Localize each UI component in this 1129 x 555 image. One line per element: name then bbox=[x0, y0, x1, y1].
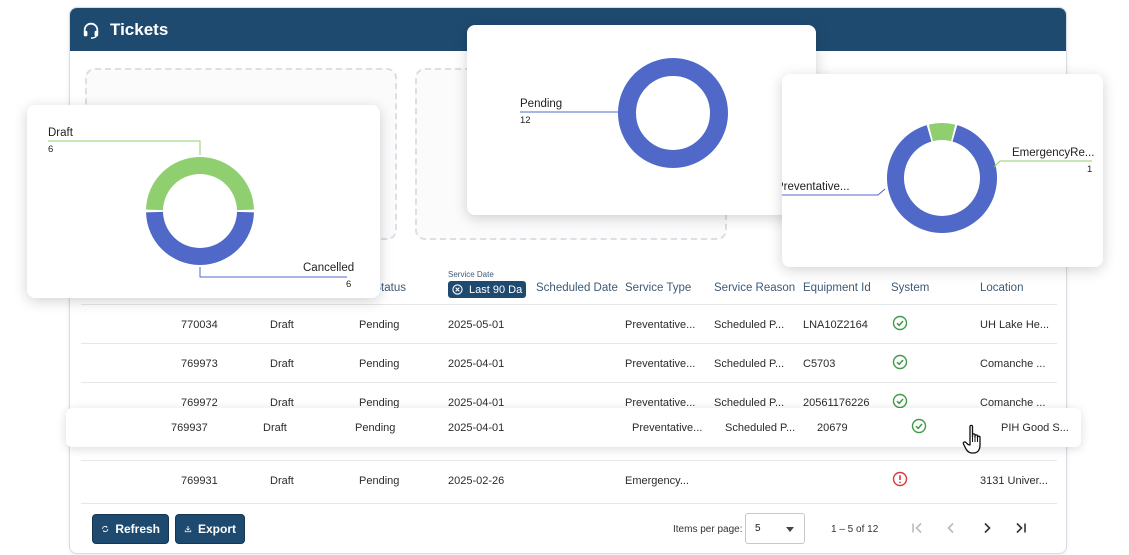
items-per-page-label: Items per page: bbox=[673, 524, 743, 535]
cell-service-reason: Scheduled P... bbox=[714, 358, 785, 370]
cell-service-type: Preventative... bbox=[632, 422, 703, 434]
cell-service-reason: Scheduled P... bbox=[725, 422, 796, 434]
refresh-label: Refresh bbox=[115, 522, 160, 536]
refresh-button[interactable]: Refresh bbox=[92, 514, 169, 544]
slice-label-preventative: Preventative... bbox=[782, 181, 850, 193]
cell-status: Draft bbox=[270, 319, 294, 331]
column-location[interactable]: Location bbox=[980, 282, 1023, 294]
cell-service-type: Preventative... bbox=[625, 319, 696, 331]
table-row-hovered[interactable]: 769937 Draft Pending 2025-04-01 Preventa… bbox=[66, 408, 1081, 447]
check-circle-icon bbox=[892, 315, 908, 331]
hand-pointer-icon bbox=[962, 424, 981, 454]
slice-label-emergency: EmergencyRe... bbox=[1012, 147, 1095, 159]
service-date-label: Service Date bbox=[448, 270, 494, 279]
cell-status: Draft bbox=[270, 475, 294, 487]
cell-location: Comanche ... bbox=[980, 358, 1046, 370]
date-filter-chip[interactable]: Last 90 Da bbox=[448, 281, 526, 298]
table-row[interactable]: 769973 Draft Pending 2025-04-01 Preventa… bbox=[81, 343, 1057, 382]
donut-slice-cancelled[interactable] bbox=[146, 211, 254, 265]
cell-id: 769931 bbox=[181, 475, 218, 487]
cell-ticket-status: Pending bbox=[359, 475, 400, 487]
column-system[interactable]: System bbox=[891, 282, 929, 294]
cell-service-type: Emergency... bbox=[625, 475, 689, 487]
cell-equipment-id: LNA10Z2164 bbox=[803, 319, 868, 331]
alert-circle-icon bbox=[892, 471, 908, 487]
cell-ticket-status: Pending bbox=[359, 358, 400, 370]
column-service-reason[interactable]: Service Reason bbox=[714, 282, 795, 294]
page-title: Tickets bbox=[110, 19, 169, 39]
donut-slice-preventative[interactable] bbox=[887, 125, 997, 233]
table-row[interactable]: 769931 Draft Pending 2025-02-26 Emergenc… bbox=[81, 460, 1057, 499]
column-scheduled-date[interactable]: Scheduled Date bbox=[536, 282, 618, 294]
slice-label-draft: Draft bbox=[48, 127, 73, 139]
export-button[interactable]: Export bbox=[175, 514, 245, 544]
column-equipment-id[interactable]: Equipment Id bbox=[803, 282, 871, 294]
chevron-down-icon bbox=[786, 527, 794, 532]
clear-filter-icon[interactable] bbox=[452, 284, 463, 295]
check-circle-icon bbox=[911, 418, 927, 434]
cell-service-date: 2025-05-01 bbox=[448, 319, 505, 331]
cell-ticket-status: Pending bbox=[359, 319, 400, 331]
cell-status: Draft bbox=[270, 358, 294, 370]
cell-location: UH Lake He... bbox=[980, 319, 1050, 331]
ticket-status-chart-card: Pending 12 bbox=[467, 25, 816, 215]
next-page-icon[interactable] bbox=[979, 520, 995, 536]
cell-service-reason: Scheduled P... bbox=[714, 319, 785, 331]
cell-ticket-status: Pending bbox=[355, 422, 396, 434]
cell-service-date: 2025-02-26 bbox=[448, 475, 505, 487]
pagination-range: 1 – 5 of 12 bbox=[831, 524, 879, 535]
headset-icon bbox=[83, 22, 99, 39]
cell-service-date: 2025-04-01 bbox=[448, 422, 505, 434]
status-chart-card: Draft 6 Cancelled 6 bbox=[27, 105, 380, 298]
cell-equipment-id: 20679 bbox=[817, 422, 848, 434]
donut-slice-emergencyre[interactable] bbox=[928, 123, 956, 142]
cell-id: 769937 bbox=[171, 422, 208, 434]
leader-line bbox=[48, 140, 201, 155]
cell-id: 769973 bbox=[181, 358, 218, 370]
column-service-type[interactable]: Service Type bbox=[625, 282, 691, 294]
donut-slice-pending[interactable] bbox=[618, 58, 728, 168]
slice-label-pending: Pending bbox=[520, 98, 563, 110]
slice-label-cancelled: Cancelled bbox=[303, 262, 355, 274]
cell-service-date: 2025-04-01 bbox=[448, 358, 505, 370]
slice-value-cancelled: 6 bbox=[346, 279, 352, 290]
cell-location: 3131 Univer... bbox=[980, 475, 1048, 487]
donut-slice-draft[interactable] bbox=[146, 157, 254, 211]
items-per-page-select[interactable]: 5 bbox=[745, 513, 805, 544]
slice-value-emergency: 1 bbox=[1087, 164, 1093, 175]
slice-value-draft: 6 bbox=[48, 144, 54, 155]
cell-equipment-id: C5703 bbox=[803, 358, 836, 370]
check-circle-icon bbox=[892, 393, 908, 409]
first-page-icon[interactable] bbox=[909, 520, 925, 536]
check-circle-icon bbox=[892, 354, 908, 370]
items-per-page-value: 5 bbox=[755, 523, 761, 534]
service-type-chart-card: Preventative... EmergencyRe... 1 bbox=[782, 74, 1103, 267]
cell-id: 770034 bbox=[181, 319, 218, 331]
slice-value-pending: 12 bbox=[520, 115, 531, 126]
last-page-icon[interactable] bbox=[1013, 520, 1029, 536]
leader-line bbox=[993, 160, 1092, 168]
download-icon bbox=[184, 526, 192, 533]
date-filter-text: Last 90 Da bbox=[469, 283, 523, 296]
service-type-donut-chart bbox=[782, 123, 1092, 233]
table-footer: Refresh Export Items per page: 5 1 – 5 o… bbox=[81, 503, 1057, 553]
export-label: Export bbox=[197, 522, 236, 536]
cell-status: Draft bbox=[263, 422, 287, 434]
table-row[interactable]: 770034 Draft Pending 2025-05-01 Preventa… bbox=[81, 304, 1057, 343]
cell-location: PIH Good S... bbox=[1001, 422, 1069, 434]
cell-service-type: Preventative... bbox=[625, 358, 696, 370]
refresh-icon bbox=[102, 525, 109, 533]
service-date-filter[interactable]: Service Date Last 90 Da bbox=[448, 270, 526, 298]
previous-page-icon[interactable] bbox=[943, 520, 959, 536]
